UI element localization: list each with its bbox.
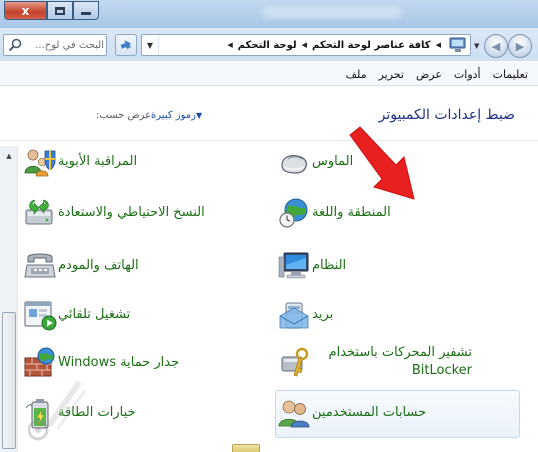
view-by-value[interactable]: رموز كبيرة xyxy=(151,110,196,121)
view-by-label: عرض حسب: xyxy=(96,110,152,121)
mouse-icon xyxy=(281,155,307,174)
item-autoplay[interactable]: تشغيل تلقائي xyxy=(22,298,272,332)
bitlocker-key-icon xyxy=(281,347,309,377)
close-button[interactable]: x xyxy=(4,1,47,20)
arrow-left-icon: ◀ xyxy=(491,39,501,53)
item-label: تشفير المحركات باستخدام BitLocker xyxy=(328,345,472,378)
item-label: المراقبة الأبوية xyxy=(58,154,138,169)
vertical-scrollbar[interactable]: ▲ xyxy=(0,146,18,452)
backup-restore-icon xyxy=(25,199,53,225)
item-label: المنطقة واللغة xyxy=(312,205,391,220)
window-controls: x xyxy=(4,1,99,20)
computer-monitor-icon xyxy=(278,252,309,279)
title-bar: x xyxy=(0,0,538,28)
address-box[interactable]: ▼ ◀ لوحة التحكم ◀ كافة عناصر لوحة التحكم… xyxy=(141,34,471,56)
arrow-right-icon: ▶ xyxy=(515,39,525,53)
forward-button[interactable]: ◀ xyxy=(484,34,508,58)
item-firewall[interactable]: جدار حماية Windows xyxy=(22,346,272,380)
partial-item-icon xyxy=(232,444,260,452)
menu-bar: ملف تحرير عرض أدوات تعليمات xyxy=(0,61,538,86)
navigation-buttons: ▼ ◀ ▶ xyxy=(474,32,534,58)
chevron-left-icon[interactable]: ◀ xyxy=(224,41,235,49)
item-label: حسابات المستخدمين xyxy=(312,405,427,420)
search-box[interactable] xyxy=(3,34,107,56)
item-mail[interactable]: بريد xyxy=(276,298,526,332)
close-icon: x xyxy=(21,3,30,18)
maximize-button[interactable] xyxy=(47,1,73,20)
menu-items: ملف تحرير عرض أدوات تعليمات xyxy=(340,62,534,86)
breadcrumb: ◀ لوحة التحكم ◀ كافة عناصر لوحة التحكم ◀ xyxy=(224,35,444,55)
item-bitlocker[interactable]: تشفير المحركات باستخدام BitLocker xyxy=(276,344,526,380)
item-parental-controls[interactable]: المراقبة الأبوية xyxy=(22,145,272,179)
globe-clock-icon xyxy=(279,198,308,228)
scrollbar-thumb[interactable] xyxy=(2,312,16,449)
firewall-icon xyxy=(24,347,55,377)
chevron-left-icon[interactable]: ◀ xyxy=(299,41,310,49)
item-label: بريد xyxy=(312,307,334,322)
maximize-icon xyxy=(55,6,65,15)
blurred-window-title xyxy=(262,6,402,18)
history-dropdown-icon[interactable]: ▼ xyxy=(474,42,479,50)
users-icon xyxy=(278,400,310,428)
scroll-up-button[interactable]: ▲ xyxy=(3,150,15,162)
refresh-button[interactable] xyxy=(115,34,137,56)
menu-edit[interactable]: تحرير xyxy=(373,68,410,81)
control-panel-icon xyxy=(449,37,466,52)
menu-view[interactable]: عرض xyxy=(410,68,448,81)
back-button[interactable]: ▶ xyxy=(508,34,532,58)
item-user-accounts[interactable]: حسابات المستخدمين xyxy=(276,396,526,430)
minimize-icon xyxy=(81,11,91,15)
item-backup-restore[interactable]: النسخ الاحتياطي والاستعادة xyxy=(22,196,272,230)
parental-controls-icon xyxy=(24,149,56,177)
menu-tools[interactable]: أدوات xyxy=(448,68,487,81)
chevron-down-icon: ▼ xyxy=(146,40,154,50)
refresh-icon xyxy=(120,40,131,50)
search-icon xyxy=(8,38,22,52)
item-phone-modem[interactable]: الهاتف والمودم xyxy=(22,249,272,283)
breadcrumb-control-panel[interactable]: لوحة التحكم xyxy=(236,40,299,51)
watermark-logo xyxy=(28,381,86,441)
menu-help[interactable]: تعليمات xyxy=(487,68,534,81)
item-label: جدار حماية Windows xyxy=(58,355,180,370)
address-row: ▼ ◀ لوحة التحكم ◀ كافة عناصر لوحة التحكم… xyxy=(0,28,538,61)
autoplay-icon xyxy=(24,301,57,331)
chevron-down-icon[interactable]: ▼ xyxy=(196,111,202,120)
search-input[interactable] xyxy=(24,36,104,54)
mail-server-icon xyxy=(279,302,309,329)
chevron-left-icon[interactable]: ◀ xyxy=(433,41,444,49)
item-label: النظام xyxy=(312,258,347,273)
item-label: النسخ الاحتياطي والاستعادة xyxy=(58,205,205,220)
address-dropdown-button[interactable]: ▼ xyxy=(142,35,159,55)
red-arrow-annotation xyxy=(349,126,415,200)
minimize-button[interactable] xyxy=(73,1,99,20)
menu-file[interactable]: ملف xyxy=(340,68,373,81)
divider xyxy=(0,140,538,141)
item-label: الهاتف والمودم xyxy=(58,258,139,273)
item-label: تشغيل تلقائي xyxy=(58,307,131,322)
page-title: ضبط إعدادات الكمبيوتر xyxy=(378,107,515,123)
phone-modem-icon xyxy=(24,253,56,278)
view-by-selector: عرض حسب: رموز كبيرة ▼ xyxy=(86,110,207,121)
item-system[interactable]: النظام xyxy=(276,249,526,283)
breadcrumb-all-items[interactable]: كافة عناصر لوحة التحكم xyxy=(310,40,433,51)
